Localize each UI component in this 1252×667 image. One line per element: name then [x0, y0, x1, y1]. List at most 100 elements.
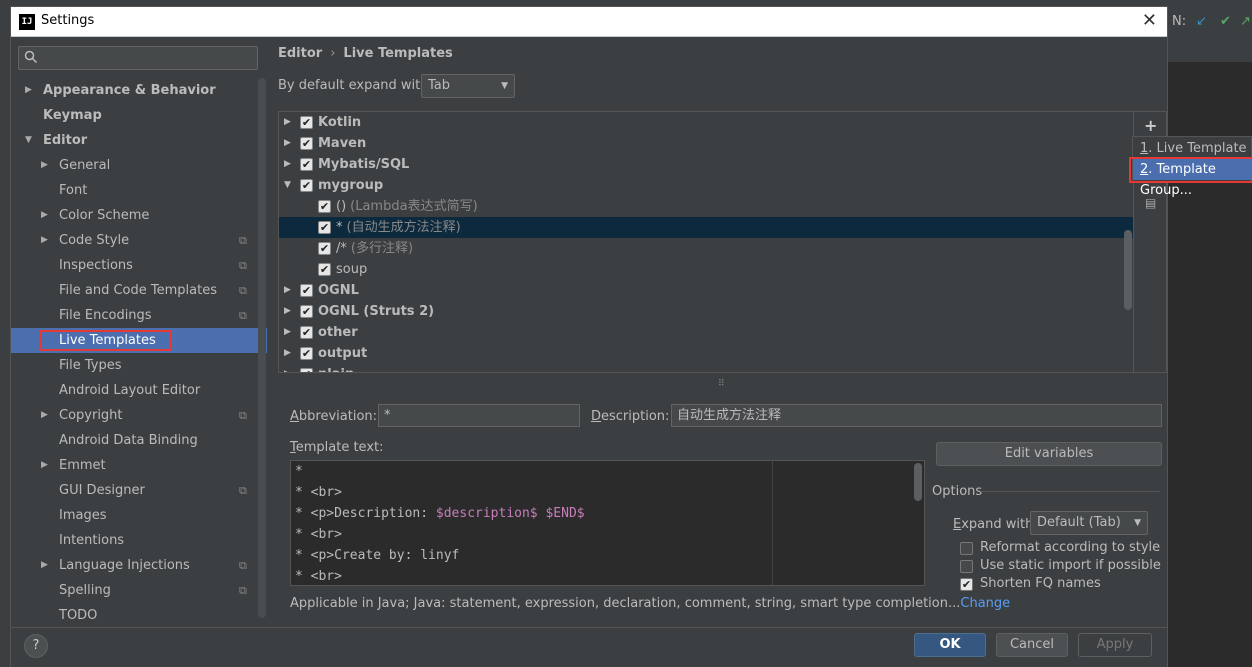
sidebar-item[interactable]: ▶ Copyright ⧉: [11, 403, 267, 428]
sidebar-item[interactable]: Images: [11, 503, 267, 528]
sidebar-item[interactable]: Intentions: [11, 528, 267, 553]
template-name: other: [318, 322, 358, 343]
checkbox-checked-icon[interactable]: ✔: [300, 137, 313, 150]
chevron-right-icon[interactable]: ▶: [284, 364, 291, 372]
template-group-row[interactable]: ▶ ✔ Kotlin: [279, 112, 1133, 133]
sidebar-item[interactable]: ▶ Color Scheme: [11, 203, 267, 228]
sidebar-item[interactable]: Inspections ⧉: [11, 253, 267, 278]
expand-with-value: Default (Tab): [1037, 515, 1121, 530]
templates-scrollbar[interactable]: [1124, 230, 1132, 310]
sidebar-item[interactable]: ▶ Language Injections ⧉: [11, 553, 267, 578]
template-group-row[interactable]: ▶ ✔ OGNL: [279, 280, 1133, 301]
sidebar-item[interactable]: File Types: [11, 353, 267, 378]
chevron-right-icon[interactable]: ▶: [284, 154, 291, 175]
cancel-button[interactable]: Cancel: [996, 633, 1068, 657]
sidebar-item[interactable]: TODO: [11, 603, 267, 628]
chevron-right-icon[interactable]: ▶: [284, 133, 291, 154]
expand-with-dropdown[interactable]: Default (Tab) ▼: [1030, 511, 1148, 535]
vcs-push-icon[interactable]: ↗: [1240, 14, 1251, 29]
help-icon[interactable]: ?: [24, 634, 48, 658]
template-row[interactable]: ✔ soup: [279, 259, 1133, 280]
template-group-row[interactable]: ▶ ✔ OGNL (Struts 2): [279, 301, 1133, 322]
checkbox-checked-icon[interactable]: ✔: [318, 221, 331, 234]
chevron-right-icon[interactable]: ▶: [41, 553, 48, 578]
checkbox-checked-icon[interactable]: ✔: [318, 263, 331, 276]
sidebar-item[interactable]: ▶ Code Style ⧉: [11, 228, 267, 253]
chevron-right-icon[interactable]: ▶: [284, 112, 291, 133]
template-group-row[interactable]: ▶ ✔ output: [279, 343, 1133, 364]
vcs-update-icon[interactable]: ↙: [1196, 14, 1207, 29]
splitter-handle[interactable]: ⠿: [718, 379, 725, 389]
sidebar-item[interactable]: Live Templates: [11, 328, 267, 353]
checkbox-checked-icon[interactable]: ✔: [300, 179, 313, 192]
chevron-right-icon[interactable]: ▶: [41, 153, 48, 178]
sidebar-item[interactable]: ▶ General: [11, 153, 267, 178]
sidebar-item[interactable]: ▶ Emmet: [11, 453, 267, 478]
search-input[interactable]: [18, 46, 258, 70]
sidebar-item[interactable]: Android Data Binding: [11, 428, 267, 453]
chevron-right-icon[interactable]: ▶: [41, 228, 48, 253]
description-field[interactable]: 自动生成方法注释: [671, 404, 1162, 427]
sidebar-item[interactable]: GUI Designer ⧉: [11, 478, 267, 503]
checkbox-checked-icon[interactable]: ✔: [300, 116, 313, 129]
checkbox-checked-icon[interactable]: ✔: [318, 242, 331, 255]
sidebar-item[interactable]: Keymap: [11, 103, 267, 128]
sidebar-item[interactable]: Spelling ⧉: [11, 578, 267, 603]
ok-button[interactable]: OK: [914, 633, 986, 657]
template-group-row[interactable]: ▶ ✔ plain: [279, 364, 1133, 372]
template-abbreviation: Maven: [318, 136, 367, 151]
chevron-down-icon[interactable]: ▼: [25, 128, 32, 153]
chevron-right-icon[interactable]: ▶: [41, 453, 48, 478]
chevron-right-icon[interactable]: ▶: [284, 301, 291, 322]
chevron-right-icon[interactable]: ▶: [25, 78, 32, 103]
apply-button[interactable]: Apply: [1078, 633, 1152, 657]
chevron-right-icon[interactable]: ▶: [41, 403, 48, 428]
template-group-row[interactable]: ▶ ✔ Mybatis/SQL: [279, 154, 1133, 175]
checkbox-checked-icon[interactable]: ✔: [300, 326, 313, 339]
template-abbreviation: other: [318, 325, 358, 340]
sidebar-item[interactable]: Android Layout Editor: [11, 378, 267, 403]
chevron-right-icon[interactable]: ▶: [41, 203, 48, 228]
template-text-editor[interactable]: * * <br> * <p>Description: $description$ $…: [290, 460, 925, 586]
template-row[interactable]: ✔ () (Lambda表达式简写): [279, 196, 1133, 217]
chevron-right-icon[interactable]: ▶: [284, 343, 291, 364]
sidebar-item[interactable]: File and Code Templates ⧉: [11, 278, 267, 303]
default-expand-dropdown[interactable]: Tab ▼: [421, 74, 515, 98]
template-row[interactable]: ✔ /* (多行注释): [279, 238, 1133, 259]
project-scope-icon: ⧉: [239, 584, 247, 597]
vcs-commit-icon[interactable]: ✔: [1220, 14, 1231, 29]
template-abbreviation: plain: [318, 367, 354, 372]
menu-item-live-template[interactable]: 1. Live Template: [1133, 138, 1252, 159]
checkbox-checked-icon[interactable]: ✔: [318, 200, 331, 213]
checkbox-checked-icon[interactable]: ✔: [300, 305, 313, 318]
project-scope-icon: ⧉: [239, 284, 247, 297]
sidebar-item[interactable]: File Encodings ⧉: [11, 303, 267, 328]
checkbox-icon: [960, 542, 973, 555]
change-context-link[interactable]: Change: [960, 596, 1010, 611]
checkbox-checked-icon[interactable]: ✔: [300, 158, 313, 171]
checkbox-checked-icon[interactable]: ✔: [300, 368, 313, 372]
highlight-box: [1129, 157, 1252, 183]
add-icon[interactable]: +: [1144, 116, 1157, 135]
chevron-right-icon[interactable]: ▶: [284, 280, 291, 301]
chevron-down-icon[interactable]: ▼: [284, 175, 291, 196]
template-row[interactable]: ✔ * (自动生成方法注释): [279, 217, 1133, 238]
checkbox-checked-icon[interactable]: ✔: [300, 284, 313, 297]
template-abbreviation: output: [318, 346, 368, 361]
search-icon: [24, 50, 38, 68]
editor-scrollbar[interactable]: [914, 463, 922, 501]
sidebar-scrollbar[interactable]: [258, 78, 266, 618]
static-import-label: Use static import if possible: [980, 558, 1161, 573]
template-group-row[interactable]: ▶ ✔ other: [279, 322, 1133, 343]
sidebar-item[interactable]: ▼ Editor: [11, 128, 267, 153]
edit-variables-button[interactable]: Edit variables: [936, 442, 1162, 466]
close-icon[interactable]: ✕: [1142, 10, 1157, 31]
template-group-row[interactable]: ▼ ✔ mygroup: [279, 175, 1133, 196]
sidebar-item[interactable]: Font: [11, 178, 267, 203]
sidebar-item-label: Color Scheme: [59, 208, 150, 223]
chevron-right-icon[interactable]: ▶: [284, 322, 291, 343]
abbreviation-field[interactable]: *: [378, 404, 580, 427]
sidebar-item[interactable]: ▶ Appearance & Behavior: [11, 78, 267, 103]
checkbox-checked-icon[interactable]: ✔: [300, 347, 313, 360]
template-group-row[interactable]: ▶ ✔ Maven: [279, 133, 1133, 154]
